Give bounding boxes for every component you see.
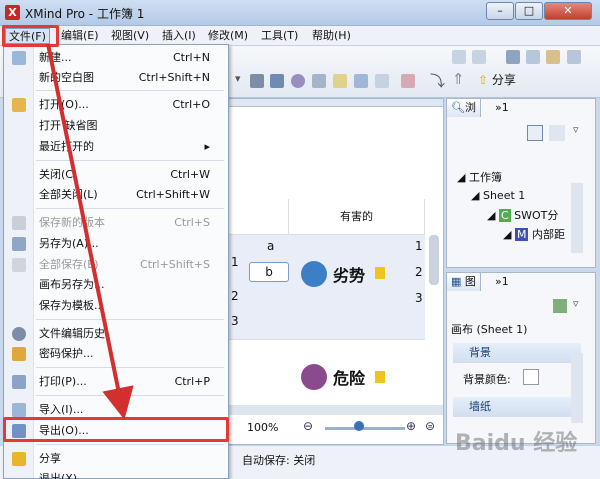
watermark: Baidu 经验	[455, 431, 578, 456]
annotation-arrow	[46, 43, 134, 420]
